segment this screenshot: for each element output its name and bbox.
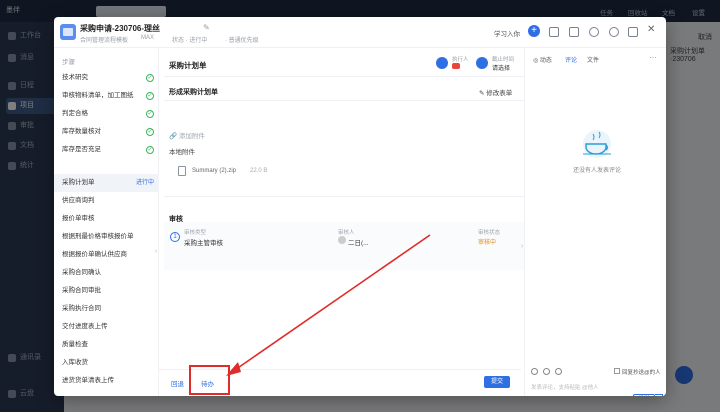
comments-panel: ◎ 动态 评论 文件 ··· 还没有人发表评论 回复抄送@的人 发表评论，支持粘… [524,48,666,396]
collapse-left-icon[interactable]: ‹ [155,248,157,255]
chevron-down-icon[interactable]: ▾ [655,394,663,396]
add-icon[interactable]: + [528,25,540,37]
modal-header: 采购申请-230706-理丝 ✎ 合同管理流程模板 MAX 状态 · 进行中 ·… [54,17,666,48]
file-name[interactable]: Summary (2).zip [192,168,236,174]
review-type-label: 审核类型 [184,230,207,236]
more-icon[interactable]: ··· [649,53,657,62]
steps-list: 步骤 技术研究 ✓ 审核物料清单，加工图纸 ✓ 判定合格 ✓ 库存数量核对 ✓ 库存是否… [54,48,159,396]
check-icon: ✓ [146,110,154,118]
review-number: 1 [170,232,180,242]
step-item[interactable]: 根据报价单确认供应商 [54,246,159,264]
modal-priority[interactable]: · 普通优先级 [225,35,259,44]
close-icon[interactable]: ✕ [647,24,655,35]
modal-status[interactable]: 状态 · 进行中 [172,35,207,44]
tab-activity[interactable]: ◎ 动态 [533,55,552,64]
import-link[interactable]: 学习入你 [494,28,520,38]
reviewer-value[interactable]: 二日(... [348,237,369,247]
attach-icon[interactable] [543,368,550,375]
step-state: 进行中 [135,180,154,186]
avatar [338,236,346,244]
step-item[interactable]: 库存是否充足 ✓ [54,141,159,159]
review-type-value: 采购主管审核 [184,240,223,247]
location-icon[interactable] [609,27,619,37]
step-item[interactable]: 交付进度表上传 [54,318,159,336]
submit-button[interactable]: 提交 [484,376,510,388]
comment-toolbar: 回复抄送@的人 [531,368,661,378]
file-icon [178,166,186,176]
empty-cup-icon [583,130,611,158]
document-icon [60,24,76,40]
step-item[interactable]: 供应商询判 [54,192,159,210]
tab-comments[interactable]: 评论 [565,55,577,64]
form-section-title: 形成采购计划单 [169,89,218,96]
modal-subtitle: 合同管理流程模板 [80,38,129,44]
pencil-icon[interactable]: ✎ [203,23,210,32]
attachment-label: 本地附件 [169,149,195,156]
back-button[interactable]: 回退 [171,378,184,388]
step-item[interactable]: 库存数量核对 ✓ [54,123,159,141]
reviewer-label: 审核人 [338,230,355,236]
step-item[interactable]: 根据刑最价格审核报价单 [54,228,159,246]
step-detail: 采购计划单 执行人 截止时间 请选择 形成采购计划单 ✎ 修改表单 🔗 添加附件… [164,48,524,396]
step-item[interactable]: 采购合同审批 [54,282,159,300]
check-icon: ✓ [146,128,154,136]
divider [164,100,524,101]
tab-files[interactable]: 文件 [587,55,599,64]
empty-comments-text: 还没有人发表评论 [573,168,622,174]
step-item[interactable]: 审核物料清单，加工图纸 ✓ [54,87,159,105]
file-size: 22.0 B [250,168,268,174]
review-status-value: 审核中 [478,240,497,246]
template-icon[interactable] [549,27,559,37]
step-item[interactable]: 入库收货 [54,354,159,372]
folder-icon[interactable] [569,27,579,37]
divider [164,196,524,197]
check-icon: ✓ [146,92,154,100]
executor-badge [452,63,460,69]
send-button[interactable]: 发送 [633,394,655,396]
modal-subtitle-code: MAX [141,35,155,41]
notify-label: 回复抄送@的人 [622,370,661,376]
step-item[interactable]: 采购执行合同 [54,300,159,318]
step-item[interactable]: 质量检查 [54,336,159,354]
task-modal: 采购申请-230706-理丝 ✎ 合同管理流程模板 MAX 状态 · 进行中 ·… [54,17,666,396]
highlight-box [189,365,230,395]
user-icon[interactable] [589,27,599,37]
check-icon: ✓ [146,74,154,82]
avatar [436,57,448,69]
modify-form-link[interactable]: ✎ 修改表单 [479,87,512,97]
comment-input[interactable]: 发表评论，支持粘贴 @他人 [531,383,599,391]
step-item[interactable]: 采购合同确认 [54,264,159,282]
divider [164,76,524,77]
step-title: 采购计划单 [169,61,207,70]
step-item[interactable]: 进货货单清表上传 [54,372,159,390]
calendar-icon [476,57,488,69]
modal-title: 采购申请-230706-理丝 [80,24,161,33]
emoji-icon[interactable] [531,368,538,375]
step-item[interactable]: 判定合格 ✓ [54,105,159,123]
print-icon[interactable] [628,27,638,37]
step-item[interactable]: 技术研究 ✓ [54,69,159,87]
notify-checkbox[interactable] [614,368,620,374]
step-item[interactable]: 报价单审核 [54,210,159,228]
review-status-label: 审核状态 [478,230,501,236]
check-icon: ✓ [146,146,154,154]
collapse-right-icon[interactable]: › [521,243,523,250]
add-attachment-button[interactable]: 🔗 添加附件 [169,130,205,140]
steps-title: 步骤 [62,59,75,66]
link-icon[interactable] [555,368,562,375]
step-item-active[interactable]: 采购计划单 进行中 [54,174,159,192]
